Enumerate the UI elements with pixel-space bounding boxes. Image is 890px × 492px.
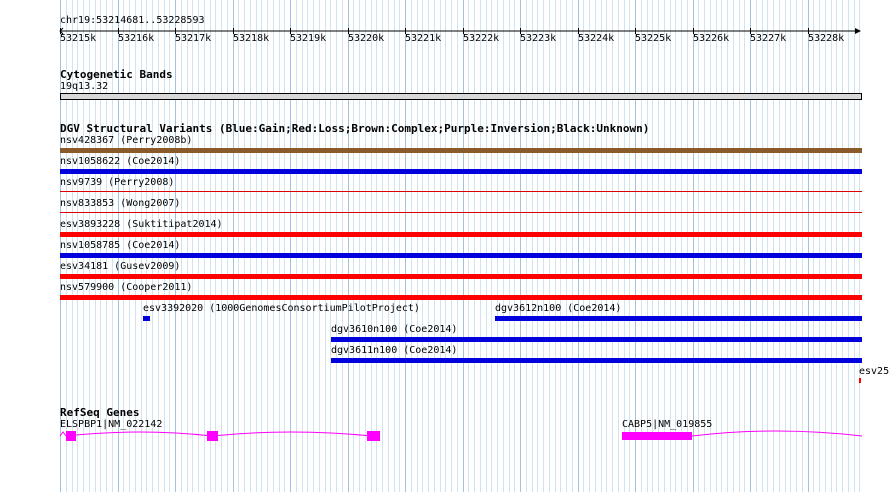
cyto-band-label: 19q13.32 [60,81,109,92]
variant-label-clip: esv252 [859,366,890,380]
variant-label: nsv1058785 (Coe2014) [60,240,181,251]
ruler-tick-label: 53222k [463,33,500,44]
ruler-tick-label: 53227k [750,33,787,44]
variant-bar[interactable] [143,316,150,321]
ruler-tick-label: 53226k [693,33,730,44]
gene-intron-line [65,431,373,437]
variant-bar[interactable] [60,212,862,213]
variant-bar[interactable] [60,148,862,153]
variant-bar[interactable] [60,295,862,300]
variant-label: esv252 [859,366,890,377]
variant-label: nsv1058622 (Coe2014) [60,156,181,167]
variant-bar[interactable] [859,378,861,383]
variant-label: esv3392020 (1000GenomesConsortiumPilotPr… [143,303,420,314]
variant-bar[interactable] [60,274,862,279]
ruler-arrow-icon [855,28,861,34]
variant-bar[interactable] [60,253,862,258]
gene-exon [367,431,380,441]
variant-bar[interactable] [331,358,862,363]
refseq-track-title: RefSeq Genes [60,406,140,419]
variant-label: esv3893228 (Suktitipat2014) [60,219,223,230]
ruler-tick-label: 53220k [348,33,385,44]
ruler-tick-label: 53225k [635,33,672,44]
gene-model-elspbp1 [59,431,380,441]
ruler-tick-label: 53228k [808,33,845,44]
gene-exon [66,431,76,441]
variant-bar[interactable] [331,337,862,342]
gene-intron-line [691,430,863,437]
variant-bar[interactable] [495,316,862,321]
gene-exon [622,432,692,440]
gene-models[interactable] [0,425,890,445]
ruler-tick-label: 53216k [118,33,155,44]
ruler-tick-label: 53215k [60,33,97,44]
ruler-tick-label: 53223k [520,33,557,44]
variant-bar[interactable] [60,191,862,192]
ruler-tick-label: 53224k [578,33,615,44]
variant-label: nsv833853 (Wong2007) [60,198,181,209]
strand-arrow-icon [59,431,67,437]
variant-bar[interactable] [60,169,862,174]
gene-model-cabp5 [622,430,863,440]
dgv-track-title: DGV Structural Variants (Blue:Gain;Red:L… [60,122,650,135]
cyto-track-title: Cytogenetic Bands [60,68,173,81]
variant-bar[interactable] [60,232,862,237]
variant-label: dgv3612n100 (Coe2014) [495,303,622,314]
ruler-tick-label: 53221k [405,33,442,44]
ruler-tick-label: 53217k [175,33,212,44]
variant-label: dgv3611n100 (Coe2014) [331,345,458,356]
variant-label: nsv428367 (Perry2008b) [60,135,193,146]
ruler-tick-label: 53218k [233,33,270,44]
cyto-band-bar[interactable] [60,93,862,100]
gene-exon [207,431,218,441]
variant-label: dgv3610n100 (Coe2014) [331,324,458,335]
variant-label: esv34181 (Gusev2009) [60,261,181,272]
ruler-tick-label: 53219k [290,33,327,44]
variant-label: nsv9739 (Perry2008) [60,177,175,188]
variant-label: nsv579900 (Cooper2011) [60,282,193,293]
